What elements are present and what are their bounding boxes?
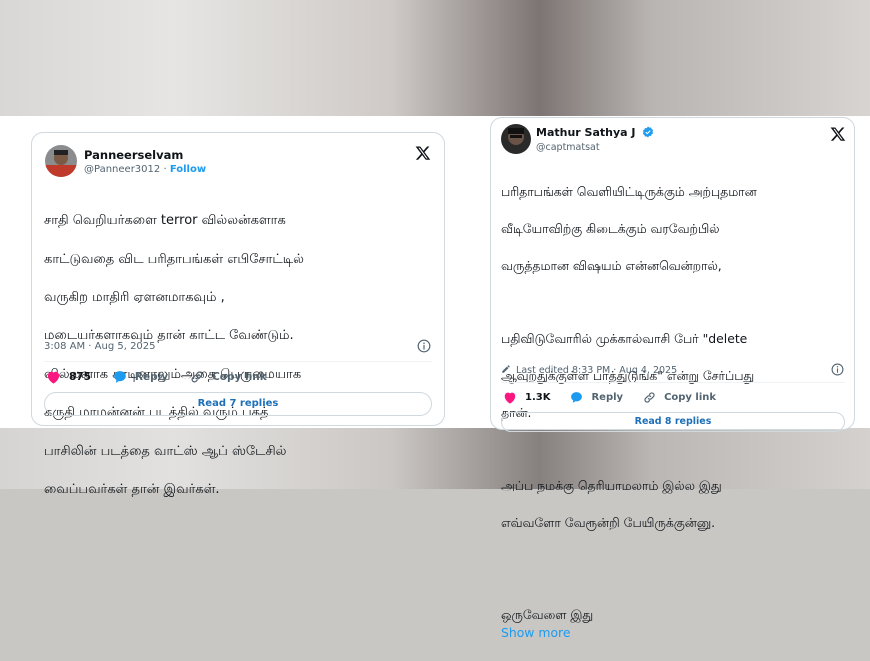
x-logo-icon[interactable] xyxy=(830,126,846,142)
reply-button[interactable]: Reply xyxy=(113,370,168,384)
body-line: பரிதாபங்கள் வெளியிட்டிருக்கும் அற்புதமான xyxy=(501,184,757,200)
timestamp[interactable]: 3:08 AM · Aug 5, 2025 xyxy=(44,341,156,352)
show-more-link[interactable]: Show more xyxy=(501,625,570,640)
like-count: 1.3K xyxy=(525,392,551,403)
copy-link-button[interactable]: Copy link xyxy=(190,370,267,384)
body-line: காட்டுவதை விட பரிதாபங்கள் எபிசோட்டில் xyxy=(44,251,304,267)
like-button[interactable]: 1.3K xyxy=(503,391,550,404)
like-count: 875 xyxy=(69,371,91,383)
body-line: சாதி வெறியர்களை terror வில்லன்களாக xyxy=(44,213,286,229)
body-line: ஒருவேளை இது xyxy=(501,606,594,622)
body-line: வருகிற மாதிரி ஏளனமாகவும் , xyxy=(44,290,225,306)
heart-icon xyxy=(47,371,60,384)
info-icon[interactable] xyxy=(831,363,844,376)
like-button[interactable]: 875 xyxy=(46,370,91,384)
copy-link-label: Copy link xyxy=(212,371,267,383)
tweet-card-right[interactable]: Mathur Sathya J @captmatsat பரிதாபங்கள் … xyxy=(490,117,855,640)
body-line: வீடியோவிற்கு கிடைக்கும் வரவேற்பில் xyxy=(501,221,720,237)
background-top xyxy=(0,0,870,116)
author-handle[interactable]: @captmatsat xyxy=(536,142,600,153)
read-replies-button[interactable]: Read 7 replies xyxy=(44,392,432,416)
copy-link-label: Copy link xyxy=(664,392,717,403)
divider xyxy=(501,382,845,383)
body-line: அப்ப நமக்கு தெரியாமலாம் இல்ல இது xyxy=(501,478,722,494)
verified-badge-icon xyxy=(643,126,654,138)
reply-bubble-icon xyxy=(571,392,583,403)
tweet-card-left[interactable]: Panneerselvam @Panneer3012 · Follow சாதி… xyxy=(31,132,445,497)
tweet-body: சாதி வெறியர்களை terror வில்லன்களாக காட்ட… xyxy=(44,192,439,518)
author-handle-row: @Panneer3012 · Follow xyxy=(84,164,206,175)
body-line: வருத்தமான விஷயம் என்னவென்றால், xyxy=(501,258,722,274)
pencil-icon xyxy=(502,365,510,373)
body-last-line: ஒருவேளை இது Show more xyxy=(501,587,851,642)
edited-row: Last edited 8:33 PM · Aug 4, 2025 xyxy=(501,364,677,376)
body-line: பதிவிடுவோரில் முக்கால்வாசி பேர் "delete xyxy=(501,331,748,347)
reply-bubble-icon xyxy=(114,371,126,383)
follow-button[interactable]: Follow xyxy=(170,164,206,175)
edited-timestamp[interactable]: Last edited 8:33 PM · Aug 4, 2025 xyxy=(516,365,677,376)
body-line: வைப்பவர்கள் தான் இவர்கள். xyxy=(44,482,220,498)
x-logo-icon[interactable] xyxy=(415,145,431,161)
link-icon xyxy=(644,392,655,403)
reply-label: Reply xyxy=(591,392,624,403)
author-name[interactable]: Panneerselvam xyxy=(84,148,183,162)
info-icon[interactable] xyxy=(417,339,431,353)
author-name[interactable]: Mathur Sathya J xyxy=(536,126,636,139)
divider xyxy=(44,361,432,362)
avatar[interactable] xyxy=(45,145,77,177)
copy-link-button[interactable]: Copy link xyxy=(643,391,716,404)
separator-dot: · xyxy=(163,164,167,175)
read-replies-button[interactable]: Read 8 replies xyxy=(501,412,845,432)
action-bar: 1.3K Reply Copy link xyxy=(503,391,738,404)
heart-icon xyxy=(504,392,516,404)
author-handle[interactable]: @Panneer3012 xyxy=(84,164,160,175)
reply-button[interactable]: Reply xyxy=(570,391,623,404)
reply-label: Reply xyxy=(134,371,169,383)
action-bar: 875 Reply Copy link xyxy=(46,370,289,384)
body-line: எவ்வளோ வேரூன்றி பேயிருக்குன்னு. xyxy=(501,514,716,530)
body-line: பாசிலின் படத்தை வாட்ஸ் ஆப் ஸ்டேசில் xyxy=(44,443,287,459)
avatar[interactable] xyxy=(501,124,531,154)
author-name-row: Mathur Sathya J xyxy=(536,126,654,139)
link-icon xyxy=(191,371,203,383)
